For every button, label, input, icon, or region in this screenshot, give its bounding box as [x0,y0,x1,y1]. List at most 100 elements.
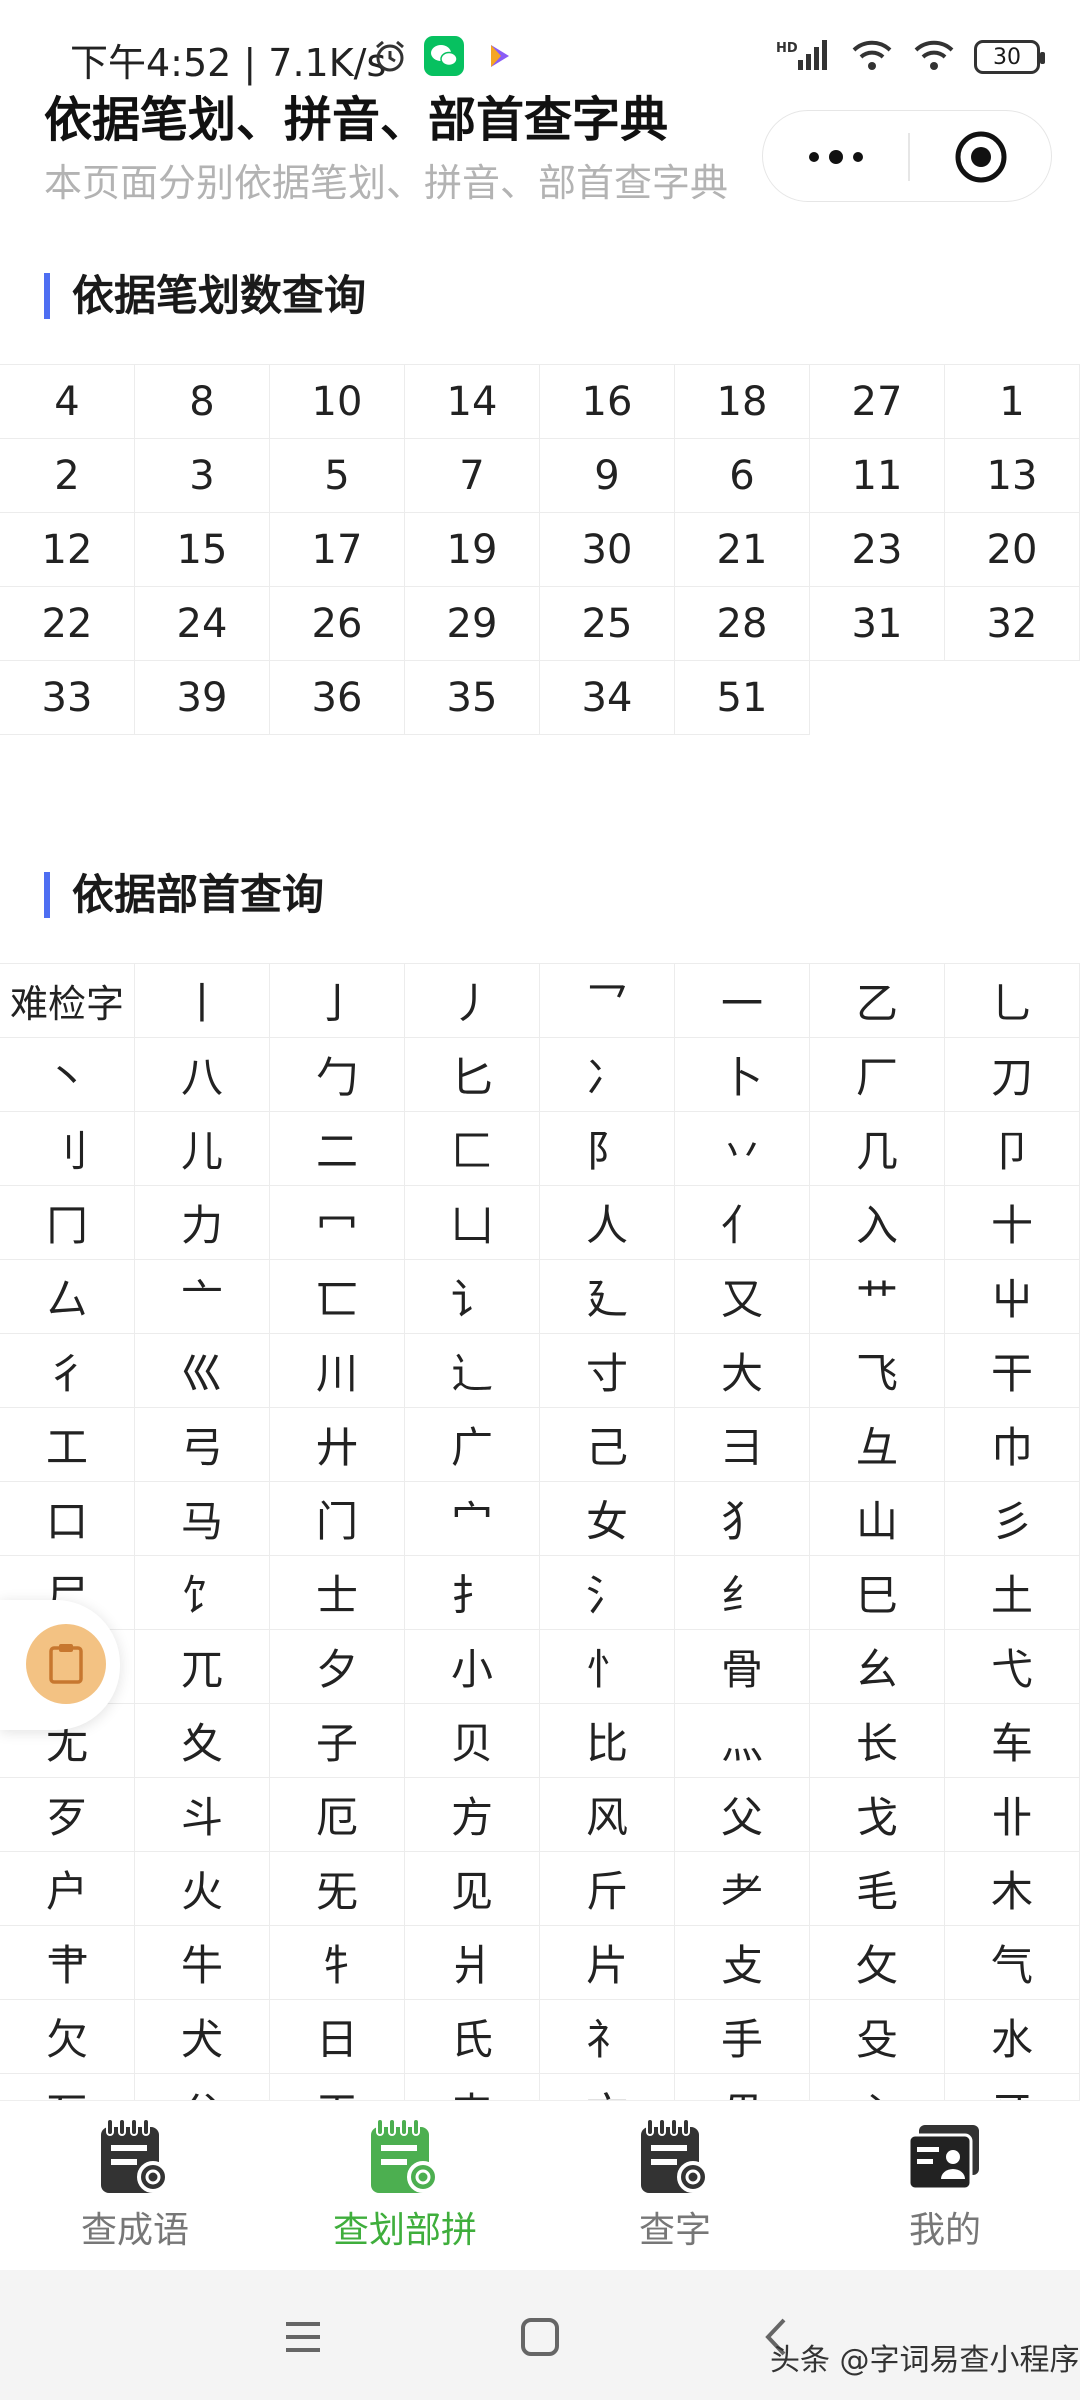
radical-cell[interactable]: 灬 [675,1704,810,1778]
radical-cell[interactable]: 卜 [675,1038,810,1112]
radical-cell[interactable]: 爿 [405,1926,540,2000]
stroke-count-cell[interactable]: 51 [675,661,810,735]
radical-cell[interactable]: 水 [945,2000,1080,2074]
radical-cell[interactable]: 土 [945,1556,1080,1630]
stroke-count-cell[interactable]: 24 [135,587,270,661]
radical-cell[interactable]: 礻 [540,2000,675,2074]
stroke-count-cell[interactable]: 18 [675,365,810,439]
stroke-count-cell[interactable]: 26 [270,587,405,661]
stroke-count-cell[interactable]: 33 [0,661,135,735]
radical-cell[interactable]: 风 [540,1778,675,1852]
radical-cell[interactable]: 斗 [135,1778,270,1852]
radical-cell[interactable]: 丶 [0,1038,135,1112]
stroke-count-cell[interactable]: 36 [270,661,405,735]
radical-cell[interactable]: 女 [540,1482,675,1556]
tab-idiom[interactable]: 查成语 [0,2101,270,2271]
radical-cell[interactable]: 二 [270,1112,405,1186]
radical-cell[interactable]: 弓 [135,1408,270,1482]
radical-cell[interactable]: 冂 [0,1186,135,1260]
radical-cell[interactable]: 人 [540,1186,675,1260]
radical-cell[interactable]: 凵 [405,1186,540,1260]
radical-cell[interactable]: 卝 [945,1778,1080,1852]
radical-cell[interactable]: 讠 [405,1260,540,1334]
radical-cell[interactable]: 卩 [945,1112,1080,1186]
radical-cell[interactable]: 肀 [0,1926,135,2000]
stroke-count-cell[interactable]: 4 [0,365,135,439]
stroke-count-cell[interactable]: 7 [405,439,540,513]
radical-cell[interactable]: 户 [0,1852,135,1926]
home-nav-button[interactable] [515,2312,565,2362]
radical-cell[interactable]: 屮 [945,1260,1080,1334]
stroke-count-cell[interactable]: 39 [135,661,270,735]
stroke-count-cell[interactable]: 12 [0,513,135,587]
radical-cell[interactable]: 亅 [270,964,405,1038]
radical-cell[interactable]: 牛 [135,1926,270,2000]
radical-cell[interactable]: 长 [810,1704,945,1778]
radical-cell[interactable]: 儿 [135,1112,270,1186]
radical-cell[interactable]: 乛 [540,964,675,1038]
close-miniprogram-button[interactable] [908,111,1053,203]
radical-cell[interactable]: 山 [810,1482,945,1556]
stroke-count-cell[interactable]: 32 [945,587,1080,661]
radical-cell[interactable]: 比 [540,1704,675,1778]
radical-cell[interactable]: 厶 [0,1260,135,1334]
tab-mine[interactable]: 我的 [810,2101,1080,2271]
radical-cell[interactable]: 亠 [135,1260,270,1334]
stroke-count-cell[interactable]: 30 [540,513,675,587]
radical-cell[interactable]: 勹 [270,1038,405,1112]
radical-cell[interactable]: 士 [270,1556,405,1630]
radical-cell[interactable]: 刂 [0,1112,135,1186]
radical-cell[interactable]: 车 [945,1704,1080,1778]
radical-cell[interactable]: 阝 [540,1112,675,1186]
radical-cell[interactable]: 匕 [405,1038,540,1112]
radical-cell[interactable]: 厄 [270,1778,405,1852]
radical-cell[interactable]: 尣 [135,2074,270,2100]
radical-cell[interactable]: 见 [405,1852,540,1926]
radical-cell[interactable]: 氏 [405,2000,540,2074]
more-button[interactable] [763,111,908,203]
radical-cell[interactable]: 寸 [540,1334,675,1408]
radical-cell[interactable]: 彡 [945,1482,1080,1556]
radical-cell[interactable]: 王 [270,2074,405,2100]
radical-cell[interactable]: 八 [135,1038,270,1112]
radical-cell[interactable]: 饣 [135,1556,270,1630]
stroke-count-cell[interactable]: 3 [135,439,270,513]
radical-cell[interactable]: 己 [540,1408,675,1482]
stroke-count-cell[interactable]: 25 [540,587,675,661]
radical-cell[interactable]: 厂 [810,1038,945,1112]
radical-cell[interactable]: 巛 [135,1334,270,1408]
stroke-count-cell[interactable]: 20 [945,513,1080,587]
radical-cell[interactable]: 手 [675,2000,810,2074]
radical-cell[interactable]: 广 [405,1408,540,1482]
radical-cell[interactable]: 火 [135,1852,270,1926]
radical-cell[interactable]: 十 [945,1186,1080,1260]
stroke-count-cell[interactable]: 21 [675,513,810,587]
stroke-count-cell[interactable]: 10 [270,365,405,439]
stroke-count-cell[interactable]: 16 [540,365,675,439]
stroke-count-cell[interactable]: 19 [405,513,540,587]
radical-cell[interactable]: 一 [675,964,810,1038]
radical-cell[interactable]: 丷 [675,1112,810,1186]
radical-cell[interactable]: 旡 [270,1852,405,1926]
radical-cell[interactable]: 马 [135,1482,270,1556]
radical-cell[interactable]: 巳 [810,1556,945,1630]
radical-cell[interactable]: 牜 [270,1926,405,2000]
radical-cell[interactable]: 巾 [945,1408,1080,1482]
radical-cell[interactable]: 入 [810,1186,945,1260]
stroke-count-cell[interactable]: 8 [135,365,270,439]
tab-stroke-radical-pinyin[interactable]: 查划部拼 [270,2101,540,2271]
radical-cell[interactable]: 牙 [945,2074,1080,2100]
stroke-count-cell[interactable]: 22 [0,587,135,661]
radical-cell[interactable]: 日 [270,2000,405,2074]
radical-cell[interactable]: 亻 [675,1186,810,1260]
radical-cell[interactable]: 殳 [810,2000,945,2074]
radical-cell[interactable]: 弋 [945,1630,1080,1704]
radical-cell[interactable]: 宀 [405,1482,540,1556]
radical-cell[interactable]: 兀 [135,1630,270,1704]
radical-cell[interactable]: 飞 [810,1334,945,1408]
radical-cell[interactable]: 斤 [540,1852,675,1926]
radical-cell[interactable]: 木 [945,1852,1080,1926]
radical-cell[interactable]: 丿 [405,964,540,1038]
radical-cell[interactable]: 门 [270,1482,405,1556]
stroke-count-cell[interactable]: 31 [810,587,945,661]
